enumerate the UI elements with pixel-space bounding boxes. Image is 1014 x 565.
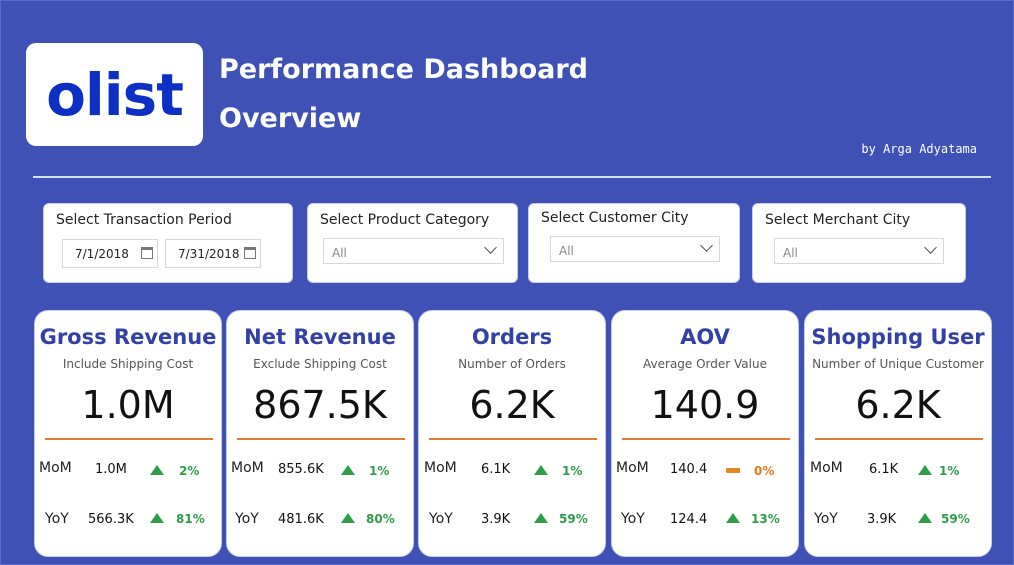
mom-label: MoM: [810, 460, 843, 476]
kpi-title: Orders: [471, 325, 553, 349]
product-category-slicer: Select Product Category All: [307, 203, 518, 283]
customer-city-slicer: Select Customer City All: [528, 203, 740, 283]
yoy-value: 3.9K: [867, 512, 897, 527]
yoy-pct: 59%: [559, 512, 588, 526]
chevron-down-icon[interactable]: [924, 241, 937, 254]
slicer-title: Select Customer City: [541, 210, 689, 226]
header-divider: [33, 176, 991, 178]
kpi-divider: [815, 438, 983, 440]
calendar-icon[interactable]: [141, 247, 153, 259]
mom-value: 6.1K: [481, 462, 511, 477]
kpi-title: Shopping User: [811, 325, 985, 349]
kpi-value: 6.2K: [855, 383, 941, 427]
triangle-up-icon: [534, 465, 548, 475]
kpi-title: AOV: [680, 325, 730, 349]
mom-pct: 1%: [562, 464, 583, 478]
logo-text: olist: [46, 60, 184, 129]
kpi-divider: [45, 438, 213, 440]
calendar-icon[interactable]: [244, 247, 256, 259]
yoy-label: YoY: [235, 511, 259, 527]
kpi-subtitle: Include Shipping Cost: [62, 357, 194, 371]
kpi-title: Net Revenue: [244, 325, 396, 349]
yoy-pct: 81%: [176, 512, 205, 526]
chevron-down-icon[interactable]: [700, 239, 713, 252]
end-date-input[interactable]: 7/31/2018: [165, 239, 261, 268]
mom-label: MoM: [231, 460, 264, 476]
mom-label: MoM: [616, 460, 649, 476]
kpi-card-gross-revenue: Gross Revenue Include Shipping Cost 1.0M…: [34, 310, 222, 557]
yoy-value: 481.6K: [278, 512, 324, 527]
kpi-value: 867.5K: [253, 383, 387, 427]
start-date-input[interactable]: 7/1/2018: [62, 239, 158, 268]
start-date-value: 7/1/2018: [75, 247, 129, 261]
dashboard-canvas: olist Performance Dashboard Overview by …: [0, 0, 1014, 565]
yoy-value: 566.3K: [88, 512, 134, 527]
slicer-title: Select Transaction Period: [56, 212, 232, 228]
mom-pct: 1%: [939, 464, 960, 478]
triangle-up-icon: [726, 513, 740, 523]
product-category-dropdown[interactable]: All: [323, 238, 504, 264]
triangle-up-icon: [918, 465, 932, 475]
customer-city-dropdown[interactable]: All: [550, 236, 720, 262]
yoy-value: 124.4: [670, 512, 708, 527]
kpi-subtitle: Number of Unique Customer: [812, 357, 984, 371]
kpi-card-orders: Orders Number of Orders 6.2K MoM 6.1K 1%…: [418, 310, 606, 557]
triangle-up-icon: [150, 465, 164, 475]
kpi-card-shopping-user: Shopping User Number of Unique Customer …: [804, 310, 992, 557]
yoy-label: YoY: [429, 511, 453, 527]
yoy-pct: 13%: [751, 512, 780, 526]
mom-value: 1.0M: [95, 462, 127, 477]
mom-value: 855.6K: [278, 462, 324, 477]
page-subtitle: Overview: [219, 103, 362, 134]
end-date-value: 7/31/2018: [178, 247, 240, 261]
kpi-subtitle: Exclude Shipping Cost: [253, 357, 387, 371]
kpi-divider: [622, 438, 790, 440]
transaction-period-slicer: Select Transaction Period 7/1/2018 7/31/…: [43, 203, 293, 283]
yoy-pct: 59%: [941, 512, 970, 526]
triangle-up-icon: [918, 513, 932, 523]
yoy-label: YoY: [814, 511, 838, 527]
mom-pct: 1%: [369, 464, 390, 478]
mom-label: MoM: [39, 460, 72, 476]
kpi-value: 1.0M: [81, 383, 175, 427]
kpi-subtitle: Average Order Value: [643, 357, 767, 371]
merchant-city-slicer: Select Merchant City All: [752, 203, 966, 283]
yoy-label: YoY: [45, 511, 69, 527]
dropdown-value: All: [332, 246, 347, 260]
kpi-subtitle: Number of Orders: [458, 357, 566, 371]
olist-logo: olist: [26, 43, 203, 146]
slicer-title: Select Merchant City: [765, 212, 911, 228]
triangle-up-icon: [341, 465, 355, 475]
yoy-label: YoY: [621, 511, 645, 527]
kpi-title: Gross Revenue: [39, 325, 217, 349]
triangle-up-icon: [534, 513, 548, 523]
mom-label: MoM: [424, 460, 457, 476]
mom-pct: 0%: [754, 464, 775, 478]
kpi-divider: [429, 438, 597, 440]
dropdown-value: All: [559, 244, 574, 258]
kpi-value: 140.9: [650, 383, 760, 427]
merchant-city-dropdown[interactable]: All: [774, 238, 944, 264]
page-title: Performance Dashboard: [219, 54, 588, 85]
flat-bar-icon: [726, 468, 740, 473]
dropdown-value: All: [783, 246, 798, 260]
yoy-pct: 80%: [366, 512, 395, 526]
kpi-card-aov: AOV Average Order Value 140.9 MoM 140.4 …: [611, 310, 799, 557]
mom-value: 6.1K: [869, 462, 899, 477]
mom-pct: 2%: [179, 464, 200, 478]
author-credit: by Arga Adyatama: [861, 142, 977, 156]
kpi-card-net-revenue: Net Revenue Exclude Shipping Cost 867.5K…: [226, 310, 414, 557]
triangle-up-icon: [150, 513, 164, 523]
kpi-value: 6.2K: [469, 383, 555, 427]
kpi-divider: [237, 438, 405, 440]
mom-value: 140.4: [670, 462, 708, 477]
triangle-up-icon: [341, 513, 355, 523]
slicer-title: Select Product Category: [320, 212, 490, 228]
chevron-down-icon[interactable]: [484, 241, 497, 254]
yoy-value: 3.9K: [481, 512, 511, 527]
